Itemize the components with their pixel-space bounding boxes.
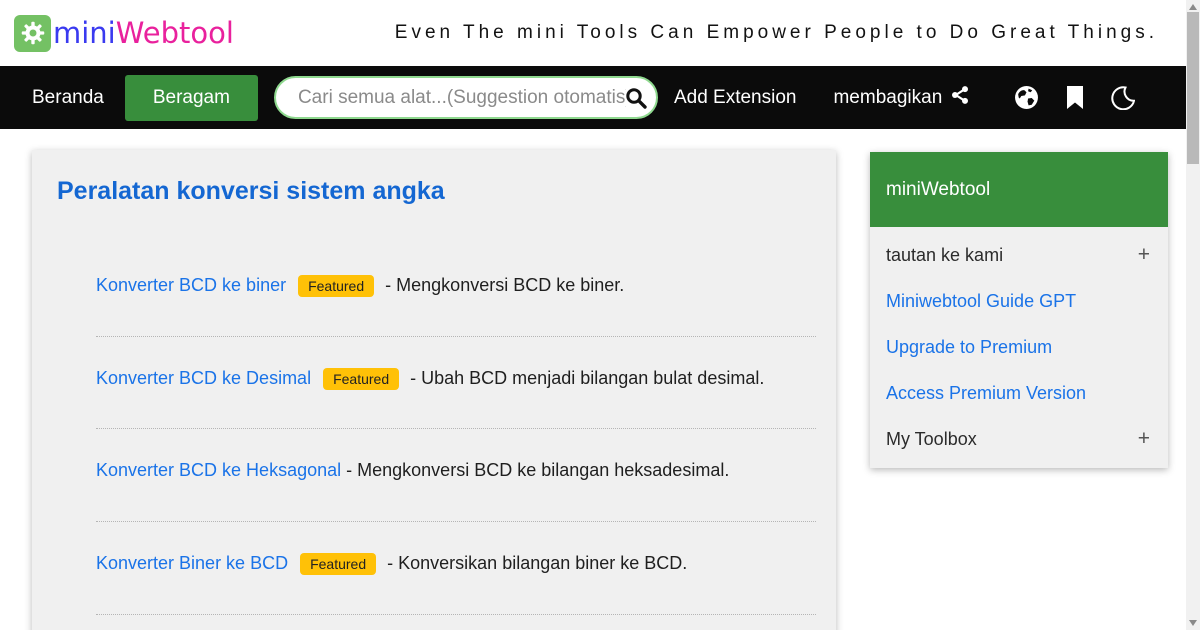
- tool-link[interactable]: Konverter BCD ke Desimal: [96, 368, 311, 388]
- page-title: Peralatan konversi sistem angka: [57, 177, 445, 205]
- tool-list-item: Konverter BCD ke biner Featured - Mengkon…: [96, 244, 816, 337]
- brand-logo[interactable]: miniWebtool: [14, 14, 234, 52]
- main-nav: Beranda Beragam Add Extension membagikan: [0, 66, 1200, 129]
- scroll-down-arrow[interactable]: [1189, 620, 1197, 626]
- nav-item-beragam[interactable]: Beragam: [124, 74, 258, 121]
- scrollbar-thumb[interactable]: [1187, 12, 1199, 164]
- plus-icon[interactable]: +: [1138, 243, 1150, 267]
- featured-badge: Featured: [300, 553, 377, 576]
- slogan: Even The mini Tools Can Empower People t…: [394, 22, 1158, 43]
- tool-description: - Mengkonversi BCD ke biner.: [385, 275, 625, 295]
- featured-badge: Featured: [323, 367, 400, 390]
- brand-name-mini: mini: [53, 15, 116, 50]
- tool-list: Konverter BCD ke biner Featured - Mengkon…: [57, 244, 820, 615]
- featured-badge: Featured: [298, 275, 375, 297]
- globe-icon[interactable]: [1014, 85, 1039, 110]
- sidebar-item-upgrade-premium[interactable]: Upgrade to Premium +: [870, 324, 1168, 370]
- tool-description: - Ubah BCD menjadi bilangan bulat desima…: [410, 367, 765, 388]
- content-area: Peralatan konversi sistem angka Konverte…: [0, 129, 1200, 630]
- plus-icon[interactable]: +: [1138, 427, 1150, 451]
- brand-name: miniWebtool: [53, 15, 234, 50]
- tool-link[interactable]: Konverter Biner ke BCD: [96, 553, 288, 573]
- gear-icon: [14, 14, 51, 52]
- share-label: membagikan: [833, 86, 943, 108]
- tool-list-item: Konverter Biner ke BCD Featured - Konvers…: [96, 522, 816, 615]
- tools-card: Peralatan konversi sistem angka Konverte…: [32, 150, 836, 630]
- bookmark-icon[interactable]: [1065, 85, 1085, 110]
- tool-list-item: Konverter BCD ke Desimal Featured - Ubah …: [96, 337, 816, 430]
- sidebar-menu: tautan ke kami + Miniwebtool Guide GPT +…: [870, 227, 1168, 468]
- search-box: [273, 76, 658, 119]
- scroll-up-arrow[interactable]: [1189, 4, 1197, 10]
- moon-icon[interactable]: [1111, 85, 1136, 110]
- sidebar-item-tautan-ke-kami[interactable]: tautan ke kami +: [870, 232, 1168, 278]
- tool-link[interactable]: Konverter BCD ke biner: [96, 275, 286, 295]
- vertical-scrollbar[interactable]: [1186, 0, 1200, 630]
- sidebar: miniWebtool tautan ke kami + Miniwebtool…: [870, 152, 1168, 468]
- tool-description: - Mengkonversi BCD ke bilangan heksadesi…: [346, 460, 730, 481]
- tool-link[interactable]: Konverter BCD ke Heksagonal: [96, 460, 341, 480]
- brand-name-webtool: Webtool: [115, 15, 234, 50]
- tool-list-item: Konverter BCD ke HeksagonalFeatured - Me…: [96, 429, 816, 523]
- nav-item-beranda[interactable]: Beranda: [32, 87, 104, 109]
- search-input[interactable]: [273, 76, 658, 119]
- sidebar-item-access-premium[interactable]: Access Premium Version +: [870, 370, 1168, 416]
- sidebar-title: miniWebtool: [870, 152, 1168, 227]
- sidebar-item-my-toolbox[interactable]: My Toolbox +: [870, 416, 1168, 462]
- nav-item-share[interactable]: membagikan: [833, 85, 970, 111]
- share-icon: [950, 85, 970, 111]
- search-icon[interactable]: [624, 86, 648, 110]
- nav-item-add-extension[interactable]: Add Extension: [674, 87, 797, 109]
- sidebar-item-guide-gpt[interactable]: Miniwebtool Guide GPT +: [870, 278, 1168, 324]
- top-header: miniWebtool Even The mini Tools Can Empo…: [0, 0, 1200, 66]
- tool-description: - Konversikan bilangan biner ke BCD.: [387, 553, 688, 574]
